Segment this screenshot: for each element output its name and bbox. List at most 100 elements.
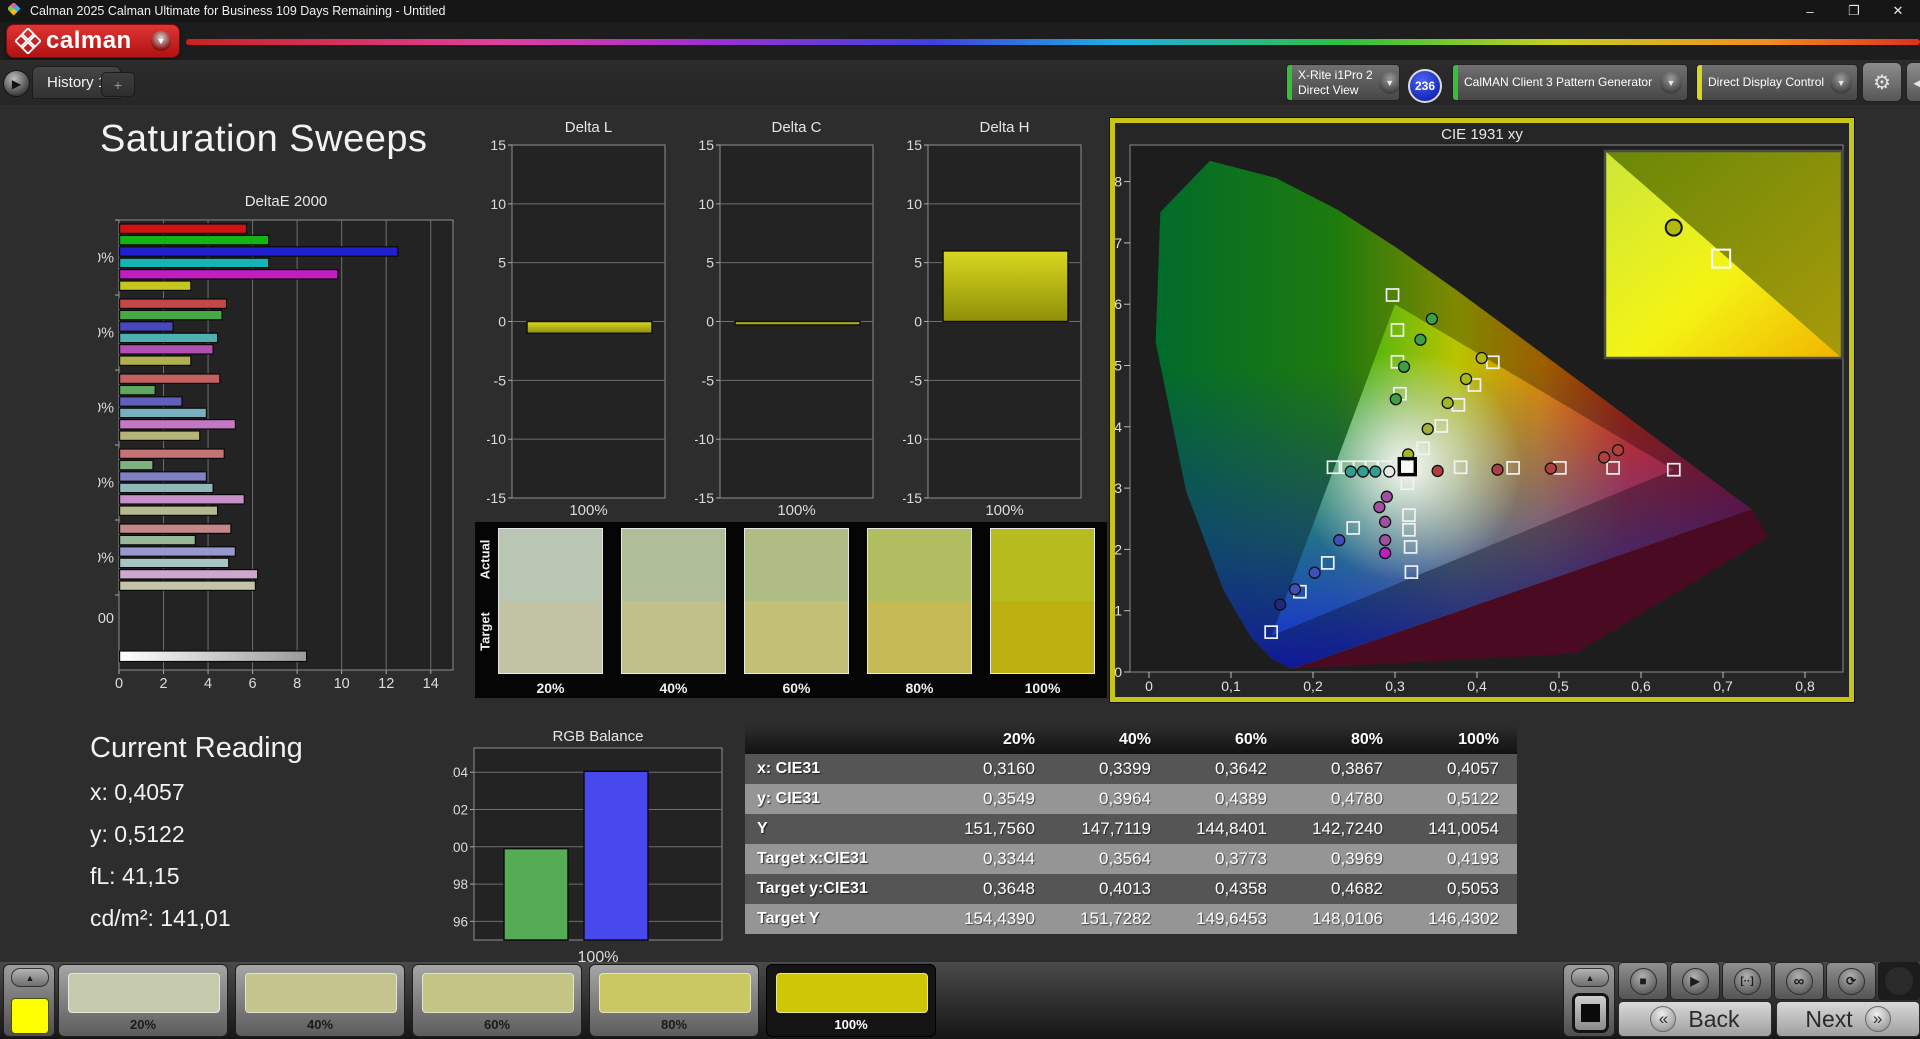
meter-name: X-Rite i1Pro 2 [1298,67,1373,82]
svg-text:12: 12 [378,676,394,690]
svg-text:6: 6 [249,676,257,690]
svg-text:5: 5 [914,255,922,271]
svg-text:0,5: 0,5 [1115,358,1122,374]
pattern-window-icon: [··] [1733,967,1761,995]
column-header: 40% [1118,731,1151,748]
svg-text:96: 96 [453,914,468,929]
svg-text:Delta H: Delta H [979,119,1029,136]
cie-1931-panel: CIE 1931 xy 0 0,1 0,2 0,3 0,4 0,5 0,6 0,7 0,8 0 0,1… [1103,118,1854,702]
rgb-balance-chart: RGB Balance1041021009896100% [445,728,730,968]
svg-text:104: 104 [452,765,468,780]
refresh-button[interactable]: ⟳ [1826,962,1876,1000]
next-button[interactable]: Next » [1776,1001,1920,1037]
play-button[interactable]: ▶ [1670,962,1720,1000]
svg-text:-5: -5 [910,372,923,388]
current-reading: Current Reading x: 0,4057 y: 0,5122 fL: 41… [90,732,303,947]
pattern-tile-80%[interactable]: 80% [589,964,759,1037]
table-cell: 0,3549 [983,789,1035,808]
svg-text:0,8: 0,8 [1795,678,1815,694]
pattern-tile-100%[interactable]: 100% [766,964,936,1037]
table-cell: 154,4390 [964,909,1035,928]
target-swatch [745,601,848,673]
row-label: Target Y [757,910,820,927]
table-cell: 142,7240 [1312,819,1383,838]
chevron-up-icon[interactable]: ▲ [1571,968,1609,987]
table-row: Target y:CIE31 0,3648 0,4013 0,4358 0,4682 0,… [745,874,1517,904]
pattern-generator-label: CalMAN Client 3 Pattern Generator [1464,75,1653,89]
target-row-label: Target [477,612,493,651]
display-control-label: Direct Display Control [1708,75,1825,89]
results-table: 20% 40% 60% 80% 100% x: CIE31 0,3160 0,3399 0,36… [745,726,1517,934]
svg-text:0: 0 [706,314,714,330]
svg-text:2: 2 [159,676,167,690]
svg-text:RGB Balance: RGB Balance [553,728,644,745]
back-button[interactable]: « Back [1618,1001,1772,1037]
svg-text:CIE 1931 xy: CIE 1931 xy [1441,126,1523,143]
svg-text:0,6: 0,6 [1631,678,1651,694]
column-header: 100% [1458,731,1499,748]
pattern-window-button[interactable] [1572,993,1609,1033]
table-cell: 0,4057 [1447,759,1499,778]
svg-text:0,2: 0,2 [1303,678,1323,694]
meter-dropdown[interactable]: X-Rite i1Pro 2 Direct View ▼ [1286,64,1400,101]
active-pattern-swatch[interactable] [11,998,49,1034]
table-row: Target Y 154,4390 151,7282 149,6453 148,0106… [745,904,1517,934]
continuous-button[interactable]: ∞ [1774,962,1824,1000]
pattern-tile-60%[interactable]: 60% [412,964,582,1037]
back-label: Back [1688,1005,1740,1032]
svg-text:0,5: 0,5 [1549,678,1569,694]
meter-count-badge[interactable]: 236 [1408,69,1442,103]
pattern-tile-40%[interactable]: 40% [235,964,405,1037]
table-cell: 0,4358 [1215,879,1267,898]
svg-text:0,8: 0,8 [1115,174,1122,190]
swatch-pct-label: 80% [905,680,934,696]
actual-swatch [499,529,602,601]
svg-text:5: 5 [498,255,506,271]
pattern-swatch [599,973,751,1013]
svg-text:Delta L: Delta L [565,119,613,136]
pattern-tile-20%[interactable]: 20% [58,964,228,1037]
delta-c-chart: Delta C 15 10 5 0 -5 -10 -15 100% [694,118,877,519]
pattern-window-button[interactable]: [··] [1722,962,1772,1000]
add-tab-button[interactable]: + [101,72,135,97]
deltae2000-chart: DeltaE 2000 0 2 4 6 8 10 12 14 100% 80% 60% 40% 20% 10… [77,190,462,692]
svg-text:10: 10 [334,676,350,690]
stop-button[interactable]: ■ [1618,962,1668,1000]
disabled-slot [1878,962,1920,1000]
stop-icon: ■ [1629,967,1657,995]
svg-text:0,2: 0,2 [1115,541,1122,557]
meter-mode: Direct View [1298,82,1359,97]
svg-text:-10: -10 [695,431,714,447]
svg-text:Delta C: Delta C [771,119,821,136]
table-cell: 0,3773 [1215,849,1267,868]
chevron-up-icon[interactable]: ▲ [11,968,49,987]
collapse-panel-icon[interactable]: ◀ [1906,62,1920,102]
table-cell: 0,3642 [1215,759,1267,778]
pattern-bottom-bar: ▲ 20% 40% 60% 80% 100% ▲ ■ ▶ [··] ∞ ⟳ « Back Nex… [0,962,1920,1039]
delta-l-chart: Delta L 15 10 5 0 -5 -10 -15 100% [486,118,669,519]
table-cell: 0,3399 [1099,759,1151,778]
gear-icon[interactable]: ⚙ [1862,62,1902,102]
title-bar: Calman 2025 Calman Ultimate for Business… [0,0,1920,22]
pattern-label: 40% [306,1017,334,1032]
svg-text:10: 10 [490,196,506,212]
display-control-dropdown[interactable]: Direct Display Control ▼ [1696,64,1858,101]
close-icon[interactable]: ✕ [1876,0,1920,22]
rainbow-gradient-bar [186,39,1920,45]
row-label: Target y:CIE31 [757,880,868,897]
table-cell: 0,5122 [1447,789,1499,808]
calman-logo-button[interactable]: calman ▼ [6,24,180,58]
chevron-down-icon: ▼ [1660,71,1682,94]
target-swatch [868,601,971,673]
minimize-icon[interactable]: – [1788,0,1832,22]
pattern-generator-dropdown[interactable]: CalMAN Client 3 Pattern Generator ▼ [1452,64,1688,101]
restore-icon[interactable]: ❐ [1832,0,1876,22]
next-chevrons-icon: » [1864,1006,1891,1032]
table-cell: 0,4780 [1331,789,1383,808]
table-cell: 148,0106 [1312,909,1383,928]
layout-nav-icon[interactable]: ▶ [3,70,30,97]
pattern-label: 100% [834,1017,868,1032]
logo-dropdown-icon[interactable]: ▼ [151,31,171,51]
row-label: Y [757,820,768,837]
svg-text:0,1: 0,1 [1115,603,1122,619]
